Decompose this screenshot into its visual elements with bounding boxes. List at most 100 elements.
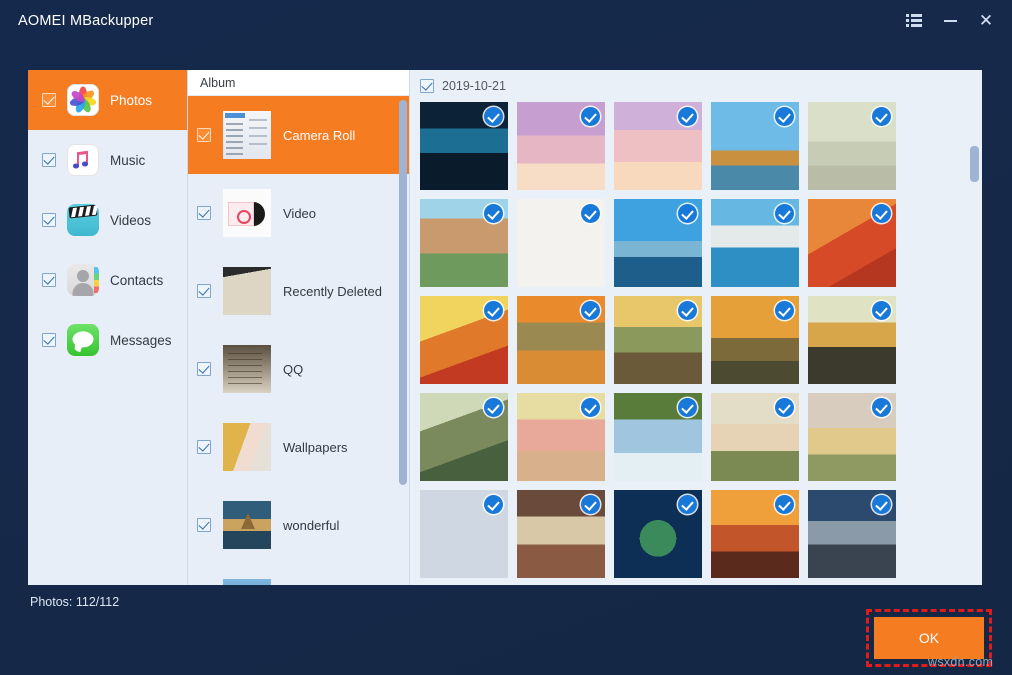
- photo-thumbnail[interactable]: [808, 393, 896, 481]
- photo-thumbnail[interactable]: [614, 490, 702, 578]
- photo-selected-check[interactable]: [872, 495, 891, 514]
- album-checkbox[interactable]: [197, 362, 211, 376]
- album-item-partial[interactable]: [188, 564, 409, 585]
- list-icon: [906, 14, 922, 27]
- album-checkbox[interactable]: [197, 440, 211, 454]
- photo-scrollbar-thumb[interactable]: [970, 146, 979, 182]
- photo-thumbnail[interactable]: [808, 490, 896, 578]
- album-item-label: Recently Deleted: [283, 284, 382, 299]
- photos-flower-glyph: [72, 89, 94, 111]
- photo-thumbnail[interactable]: [808, 102, 896, 190]
- album-item-video[interactable]: Video: [188, 174, 409, 252]
- photo-selected-check[interactable]: [678, 301, 697, 320]
- photo-thumbnail[interactable]: [614, 296, 702, 384]
- album-header: Album: [188, 70, 409, 96]
- date-group-checkbox[interactable]: [420, 79, 434, 93]
- album-item-recently-deleted[interactable]: Recently Deleted: [188, 252, 409, 330]
- photo-selected-check[interactable]: [872, 398, 891, 417]
- photo-selected-check[interactable]: [775, 495, 794, 514]
- photo-thumbnail[interactable]: [420, 199, 508, 287]
- photo-selected-check[interactable]: [775, 107, 794, 126]
- photo-thumbnail[interactable]: [420, 490, 508, 578]
- album-checkbox[interactable]: [197, 206, 211, 220]
- photo-selected-check[interactable]: [775, 204, 794, 223]
- photo-thumbnail[interactable]: [711, 296, 799, 384]
- photos-checkbox[interactable]: [42, 93, 56, 107]
- photo-selected-check[interactable]: [484, 204, 503, 223]
- photo-selected-check[interactable]: [484, 301, 503, 320]
- messages-checkbox[interactable]: [42, 333, 56, 347]
- menu-button[interactable]: [896, 0, 932, 41]
- photo-thumbnail[interactable]: [808, 296, 896, 384]
- photo-selected-check[interactable]: [678, 107, 697, 126]
- album-scrollbar[interactable]: [399, 100, 407, 552]
- photo-selected-check[interactable]: [872, 204, 891, 223]
- album-checkbox[interactable]: [197, 128, 211, 142]
- album-checkbox[interactable]: [197, 284, 211, 298]
- sidebar-item-videos[interactable]: Videos: [28, 190, 187, 250]
- close-button[interactable]: ✕: [968, 0, 1004, 41]
- close-icon: ✕: [979, 12, 993, 29]
- photo-selected-check[interactable]: [581, 107, 600, 126]
- photo-selected-check[interactable]: [484, 495, 503, 514]
- sidebar-item-contacts[interactable]: Contacts: [28, 250, 187, 310]
- photo-selected-check[interactable]: [872, 301, 891, 320]
- photo-thumbnail[interactable]: [711, 199, 799, 287]
- photo-thumbnail[interactable]: [711, 490, 799, 578]
- album-item-wallpapers[interactable]: Wallpapers: [188, 408, 409, 486]
- videos-checkbox[interactable]: [42, 213, 56, 227]
- sidebar-item-label: Photos: [110, 93, 152, 108]
- album-item-label: QQ: [283, 362, 303, 377]
- photo-grid: [410, 102, 982, 578]
- album-checkbox[interactable]: [197, 518, 211, 532]
- photo-thumbnail[interactable]: [517, 296, 605, 384]
- photo-thumbnail[interactable]: [420, 102, 508, 190]
- photo-thumbnail[interactable]: [614, 199, 702, 287]
- photo-selected-check[interactable]: [484, 398, 503, 417]
- album-item-wonderful[interactable]: wonderful: [188, 486, 409, 564]
- album-column: Album Camera Roll: [188, 70, 410, 585]
- sidebar-item-label: Videos: [110, 213, 151, 228]
- album-item-label: Video: [283, 206, 316, 221]
- photo-selected-check[interactable]: [678, 204, 697, 223]
- photo-selected-check[interactable]: [872, 107, 891, 126]
- sidebar-item-messages[interactable]: Messages: [28, 310, 187, 370]
- photo-thumbnail[interactable]: [420, 296, 508, 384]
- album-item-camera-roll[interactable]: Camera Roll: [188, 96, 409, 174]
- photo-thumbnail[interactable]: [517, 102, 605, 190]
- photo-selected-check[interactable]: [775, 301, 794, 320]
- photo-thumbnail[interactable]: [517, 393, 605, 481]
- sidebar-item-music[interactable]: Music: [28, 130, 187, 190]
- album-thumbnail: [223, 423, 271, 471]
- album-item-label: wonderful: [283, 518, 339, 533]
- photo-thumbnail[interactable]: [517, 490, 605, 578]
- photo-thumbnail[interactable]: [711, 102, 799, 190]
- photo-selected-check[interactable]: [678, 495, 697, 514]
- album-item-qq[interactable]: QQ: [188, 330, 409, 408]
- photo-selected-check[interactable]: [484, 107, 503, 126]
- music-checkbox[interactable]: [42, 153, 56, 167]
- photo-selected-check[interactable]: [678, 398, 697, 417]
- sidebar-item-photos[interactable]: Photos: [28, 70, 187, 130]
- photo-scrollbar[interactable]: [970, 106, 979, 576]
- album-thumbnail: [223, 345, 271, 393]
- album-scrollbar-thumb[interactable]: [399, 100, 407, 485]
- album-thumbnail: [223, 189, 271, 237]
- photo-thumbnail[interactable]: [420, 393, 508, 481]
- photo-selected-check[interactable]: [581, 398, 600, 417]
- photo-selected-check[interactable]: [581, 301, 600, 320]
- contacts-icon: [67, 264, 99, 296]
- photo-thumbnail[interactable]: [614, 102, 702, 190]
- photo-thumbnail[interactable]: [808, 199, 896, 287]
- photo-selected-check[interactable]: [775, 398, 794, 417]
- ok-button[interactable]: OK: [874, 617, 984, 659]
- photo-selected-check[interactable]: [581, 204, 600, 223]
- music-icon: [67, 144, 99, 176]
- music-note-glyph: [75, 152, 91, 169]
- minimize-button[interactable]: [932, 0, 968, 41]
- photo-thumbnail[interactable]: [614, 393, 702, 481]
- photo-thumbnail[interactable]: [517, 199, 605, 287]
- contacts-checkbox[interactable]: [42, 273, 56, 287]
- photo-selected-check[interactable]: [581, 495, 600, 514]
- photo-thumbnail[interactable]: [711, 393, 799, 481]
